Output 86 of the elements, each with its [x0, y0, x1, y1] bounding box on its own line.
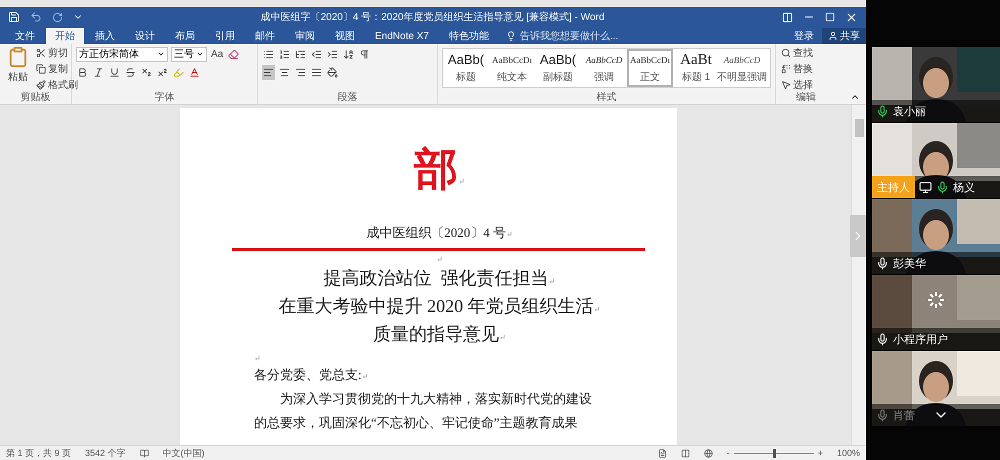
- ribbon-tab[interactable]: 文件: [6, 28, 44, 44]
- save-icon[interactable]: [8, 11, 20, 23]
- ribbon-tab[interactable]: 审阅: [286, 28, 324, 44]
- ribbon-display-icon[interactable]: [782, 12, 793, 22]
- web-layout-icon[interactable]: [704, 448, 713, 458]
- issuer-header: 部: [414, 146, 458, 194]
- brush-icon: [36, 80, 46, 90]
- group-label: 剪贴板: [20, 92, 52, 104]
- panel-toggle-button[interactable]: [850, 215, 866, 257]
- proofing-icon[interactable]: [140, 448, 149, 458]
- clipboard-button[interactable]: 格式刷: [35, 78, 79, 92]
- window-title: 成中医组字〔2020〕4 号：2020年度党员组织生活指导意见 [兼容模式] - Word: [260, 10, 606, 24]
- font-size-dropdown[interactable]: 三号: [171, 46, 207, 62]
- body-text: 为深入学习贯彻党的十九大精神，落实新时代党的建设: [279, 390, 592, 408]
- group-label: 样式: [596, 92, 618, 104]
- salutation-text: 各分党委、党总支:: [254, 366, 362, 384]
- read-mode-icon[interactable]: [658, 448, 667, 458]
- sign-in-button[interactable]: 登录: [788, 28, 820, 44]
- screen-share-icon: [919, 180, 932, 194]
- editing-button[interactable]: 选择: [780, 78, 832, 92]
- shading-icon[interactable]: [326, 64, 339, 80]
- clipboard-button[interactable]: 剪切: [35, 46, 79, 60]
- paragraph-mark: ↵: [594, 305, 600, 314]
- paragraph-mark: ↵: [506, 230, 513, 239]
- paragraph-mark: ↵: [499, 333, 506, 342]
- person-icon: [828, 31, 838, 41]
- scissors-icon: [36, 48, 46, 58]
- tell-me-field[interactable]: 告诉我您想要做什么...: [518, 28, 632, 44]
- document-number: 成中医组织〔2020〕4 号: [366, 224, 506, 242]
- zoom-in-button[interactable]: +: [818, 448, 823, 458]
- ribbon-tab[interactable]: 插入: [86, 28, 124, 44]
- caret-icon: [196, 50, 204, 58]
- share-button[interactable]: 共享: [822, 28, 866, 44]
- editing-button[interactable]: 替换: [780, 62, 832, 76]
- replace-icon: [781, 64, 791, 74]
- group-label: 编辑: [795, 92, 817, 104]
- clipboard-icon: [7, 46, 29, 68]
- print-layout-icon[interactable]: [680, 448, 690, 458]
- ribbon-tab[interactable]: 设计: [126, 28, 164, 44]
- host-badge: 主持人: [872, 176, 915, 198]
- editing-button[interactable]: 查找: [780, 46, 832, 60]
- caret-icon: [157, 50, 165, 58]
- style-item[interactable]: AaBbCcDı 正文: [627, 49, 673, 87]
- page-count: 第 1 页，共 9 页: [6, 446, 72, 460]
- ribbon-tab[interactable]: 视图: [326, 28, 364, 44]
- clipboard-button[interactable]: 复制: [35, 62, 79, 76]
- zoom-level[interactable]: 100%: [836, 448, 860, 458]
- document-title: 在重大考验中提升 2020 年党员组织生活: [278, 295, 594, 318]
- participant-name: 杨义: [953, 180, 975, 194]
- paragraph-mark: ↵: [458, 177, 465, 186]
- group-label: 字体: [154, 92, 176, 104]
- change-case-button[interactable]: Aa: [210, 47, 224, 61]
- ribbon-tab[interactable]: 引用: [206, 28, 244, 44]
- lightbulb-icon: [506, 31, 516, 41]
- undo-icon[interactable]: [30, 11, 42, 23]
- participant-name: 小程序用户: [893, 332, 948, 346]
- ribbon-tab[interactable]: 特色功能: [440, 28, 498, 44]
- participant-name: 肖蕾: [893, 408, 915, 422]
- paste-button[interactable]: 粘贴: [4, 46, 32, 92]
- document-title: 提高政治站位 强化责任担当: [324, 267, 549, 290]
- search-icon: [781, 48, 791, 58]
- ribbon-tab[interactable]: 邮件: [246, 28, 284, 44]
- body-text: 的总要求，巩固深化“不忘初心、牢记使命”主题教育成果: [254, 414, 578, 432]
- close-icon[interactable]: [845, 10, 858, 24]
- paragraph-mark: ↵: [548, 277, 556, 286]
- group-label: 段落: [336, 92, 358, 104]
- loading-spinner-icon: [925, 289, 947, 311]
- ribbon-tab[interactable]: 开始: [46, 28, 84, 44]
- language-label: 中文(中国): [162, 446, 205, 460]
- scrollbar-thumb[interactable]: [854, 119, 864, 137]
- restore-icon[interactable]: [825, 12, 835, 22]
- participant-name: 彭美华: [893, 256, 926, 270]
- ribbon-tab[interactable]: 布局: [166, 28, 204, 44]
- font-name-dropdown[interactable]: 方正仿宋简体: [76, 46, 168, 62]
- pointer-icon: [781, 80, 791, 90]
- paragraph-mark: ↵: [254, 354, 261, 363]
- word-count: 3542 个字: [85, 446, 126, 460]
- zoom-out-button[interactable]: -: [726, 448, 730, 458]
- document-title: 质量的指导意见: [373, 323, 500, 346]
- copy-icon: [36, 64, 46, 74]
- paragraph-mark: ↵: [362, 372, 368, 381]
- paragraph-mark: ↵: [436, 255, 443, 264]
- align-icon[interactable]: [262, 64, 275, 80]
- participant-name: 袁小丽: [893, 104, 926, 118]
- ribbon-tab[interactable]: EndNote X7: [366, 28, 438, 44]
- redo-icon[interactable]: [52, 12, 63, 22]
